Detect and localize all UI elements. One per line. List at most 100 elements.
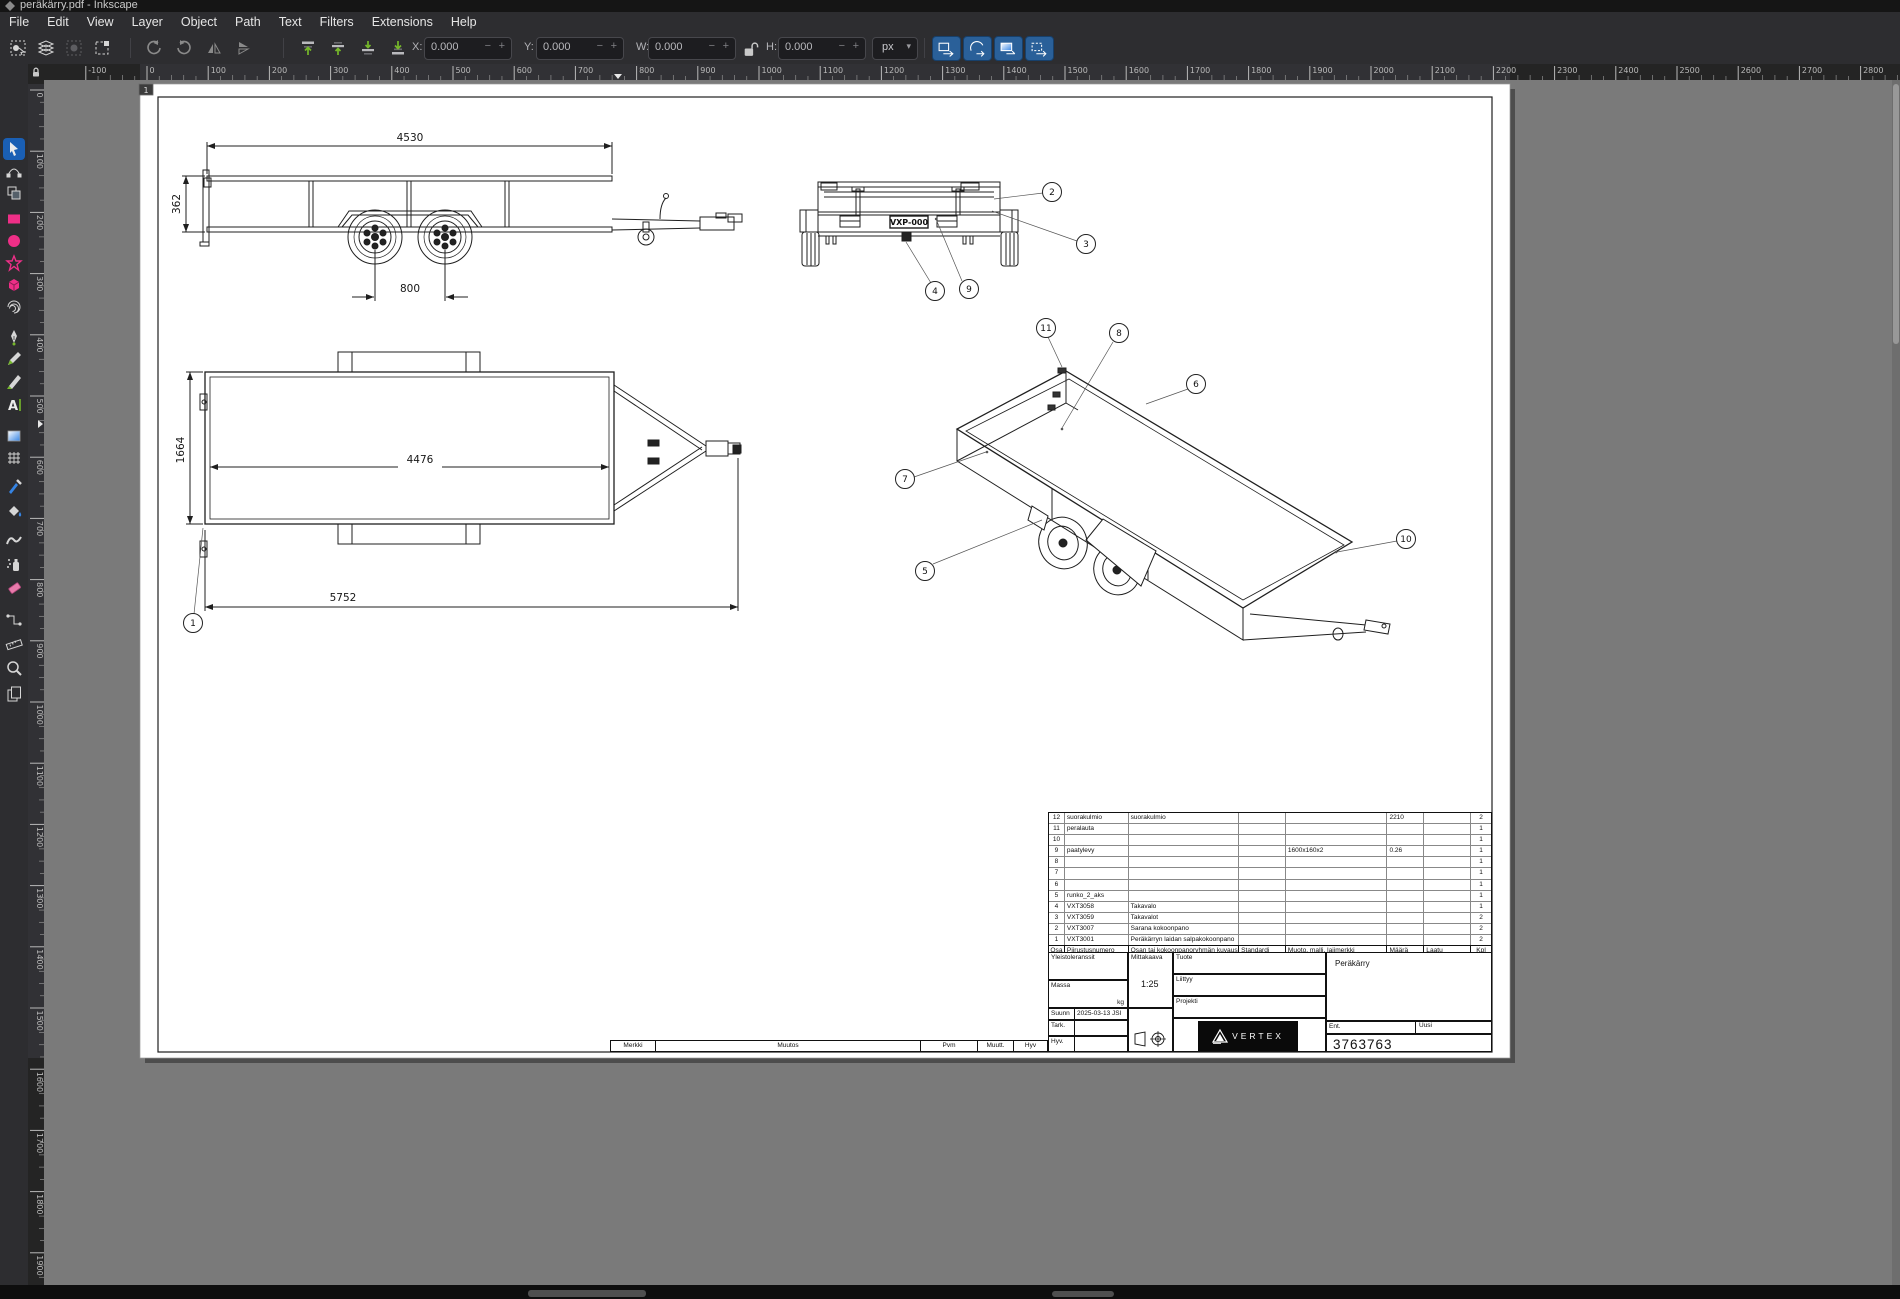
tool-pages[interactable] xyxy=(3,683,25,705)
drawing-canvas[interactable]: 1 xyxy=(44,80,1900,1285)
lower-to-bottom-button[interactable] xyxy=(386,36,410,60)
move-as-group-button[interactable] xyxy=(932,36,961,61)
svg-text:11: 11 xyxy=(1040,324,1051,334)
license-plate-text: VXP-000 xyxy=(890,218,929,227)
raise-to-top-button[interactable] xyxy=(296,36,320,60)
taskbar-peek-item-2[interactable] xyxy=(1052,1291,1114,1297)
h-spinbox[interactable]: 0.000−+ xyxy=(778,37,866,60)
bom-row: 11peralauta1 xyxy=(1049,823,1491,834)
inkscape-window: { "window": { "title": "peräkärry.pdf - … xyxy=(0,0,1900,1299)
tool-pen[interactable] xyxy=(3,326,25,348)
tool-star[interactable] xyxy=(3,252,25,274)
raise-one-step-button[interactable] xyxy=(326,36,350,60)
bom-cell: 1 xyxy=(1471,846,1491,856)
pages-icon xyxy=(5,685,23,703)
tool-calligraphy[interactable] xyxy=(3,370,25,392)
tool-spiral[interactable] xyxy=(3,296,25,318)
svg-text:9: 9 xyxy=(966,285,972,295)
tool-shape-builder[interactable] xyxy=(3,182,25,204)
tool-eraser[interactable] xyxy=(3,577,25,599)
w-spinbox[interactable]: 0.000−+ xyxy=(648,37,736,60)
flip-vertical-button[interactable] xyxy=(232,36,256,60)
rotate-ccw-button[interactable] xyxy=(142,36,166,60)
menu-extensions[interactable]: Extensions xyxy=(363,12,442,32)
menu-edit[interactable]: Edit xyxy=(38,12,78,32)
ent-uusi-cell: Ent. Uusi xyxy=(1326,1021,1492,1034)
tool-pencil[interactable] xyxy=(3,348,25,370)
transform-patterns-button[interactable] xyxy=(1025,36,1054,61)
bom-cell xyxy=(1424,891,1471,901)
selector-icon xyxy=(5,140,23,158)
tool-rectangle[interactable] xyxy=(3,208,25,230)
tool-connector[interactable] xyxy=(3,609,25,631)
svg-text:2000: 2000 xyxy=(1374,66,1394,75)
tool-spray[interactable] xyxy=(3,553,25,575)
menu-file[interactable]: File xyxy=(0,12,38,32)
bom-cell xyxy=(1129,846,1239,856)
bottom-edge-bar xyxy=(0,1285,1900,1299)
transform-corners-button[interactable] xyxy=(994,36,1023,61)
bom-cell xyxy=(1286,824,1388,834)
vertical-ruler[interactable]: 0100200300400500600700800900100011001200… xyxy=(28,80,44,1285)
menu-help[interactable]: Help xyxy=(442,12,486,32)
svg-text:1900: 1900 xyxy=(1312,66,1332,75)
menu-text[interactable]: Text xyxy=(270,12,311,32)
svg-text:2700: 2700 xyxy=(1802,66,1822,75)
bom-cell xyxy=(1129,824,1239,834)
menu-layer[interactable]: Layer xyxy=(123,12,172,32)
bom-cell xyxy=(1286,880,1388,890)
menu-view[interactable]: View xyxy=(78,12,123,32)
horizontal-ruler[interactable]: -100010020030040050060070080090010001100… xyxy=(44,64,1900,80)
svg-text:-100: -100 xyxy=(88,66,106,75)
tool-node[interactable] xyxy=(3,160,25,182)
svg-text:800: 800 xyxy=(35,582,44,597)
svg-text:4: 4 xyxy=(932,287,938,297)
lock-ratio-button[interactable] xyxy=(738,37,762,61)
svg-text:300: 300 xyxy=(333,66,348,75)
tool-gradient[interactable] xyxy=(3,425,25,447)
tool-box-3d[interactable] xyxy=(3,274,25,296)
callout-5: 5 xyxy=(916,562,935,581)
tool-tweak[interactable] xyxy=(3,529,25,551)
bom-cell: peralauta xyxy=(1065,824,1129,834)
select-all-layers-button[interactable] xyxy=(34,36,58,60)
scale-cell: Mittakaava 1:25 xyxy=(1128,952,1173,1008)
tool-ellipse[interactable] xyxy=(3,230,25,252)
tool-measure[interactable] xyxy=(3,633,25,655)
select-all-layers-icon xyxy=(37,39,55,57)
bom-cell xyxy=(1065,868,1129,878)
svg-text:1700: 1700 xyxy=(35,1133,44,1153)
x-spinbox[interactable]: 0.000−+ xyxy=(424,37,512,60)
y-spinbox[interactable]: 0.000−+ xyxy=(536,37,624,60)
transform-stroke-button[interactable] xyxy=(963,36,992,61)
select-all-button[interactable] xyxy=(6,36,30,60)
svg-text:800: 800 xyxy=(639,66,654,75)
dimension-side-height: 362 xyxy=(171,194,183,214)
tool-selector[interactable] xyxy=(3,138,25,160)
tool-dropper[interactable] xyxy=(3,476,25,498)
rotate-cw-button[interactable] xyxy=(172,36,196,60)
ruler-lock-corner[interactable] xyxy=(28,64,44,80)
flip-horizontal-icon xyxy=(205,39,223,57)
menu-path[interactable]: Path xyxy=(226,12,270,32)
svg-text:1: 1 xyxy=(190,619,196,629)
tool-mesh[interactable] xyxy=(3,447,25,469)
bom-cell xyxy=(1424,913,1471,923)
vertical-scrollbar-thumb[interactable] xyxy=(1893,84,1899,344)
menu-object[interactable]: Object xyxy=(172,12,226,32)
selection-box-button[interactable] xyxy=(90,36,114,60)
menu-filters[interactable]: Filters xyxy=(311,12,363,32)
bom-cell xyxy=(1065,857,1129,867)
flip-horizontal-button[interactable] xyxy=(202,36,226,60)
callout-10: 10 xyxy=(1397,530,1416,549)
tool-zoom[interactable] xyxy=(3,657,25,679)
tool-text[interactable]: A xyxy=(3,394,25,416)
taskbar-peek-item[interactable] xyxy=(528,1290,646,1297)
tweak-icon xyxy=(5,531,23,549)
tool-paint-bucket[interactable] xyxy=(3,500,25,522)
field-label-x: X: xyxy=(412,41,422,53)
deselect-button[interactable] xyxy=(62,36,86,60)
lower-one-step-button[interactable] xyxy=(356,36,380,60)
unit-selector[interactable]: px▾ xyxy=(872,37,918,60)
bom-cell: VXT3007 xyxy=(1065,924,1129,934)
